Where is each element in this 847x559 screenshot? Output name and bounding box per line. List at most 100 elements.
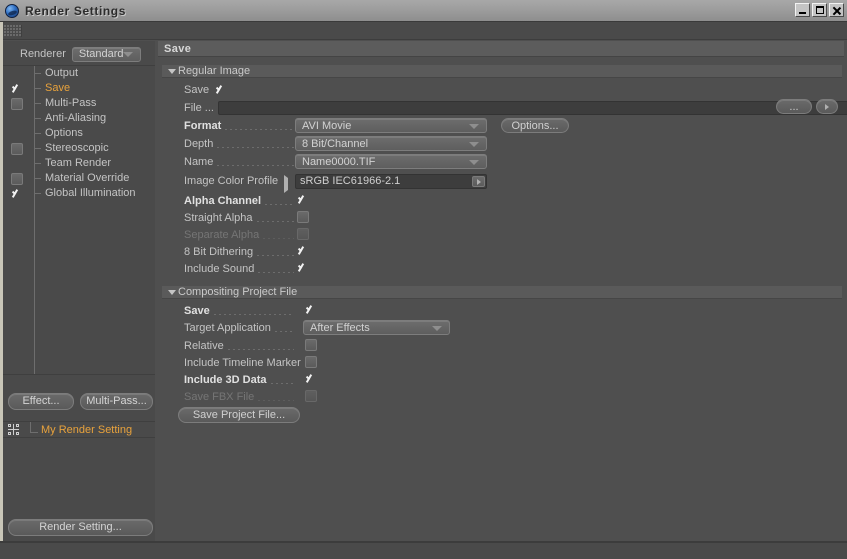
label-straight-alpha: Straight Alpha xyxy=(184,212,253,224)
target-application-dropdown[interactable]: After Effects xyxy=(303,320,450,335)
checkbox-compositing-save[interactable] xyxy=(305,304,317,316)
chevron-down-icon xyxy=(469,159,479,165)
label-alpha-channel: Alpha Channel xyxy=(184,195,262,207)
play-arrow-icon xyxy=(476,178,481,185)
row-include-timeline-marker: Include Timeline Marker xyxy=(184,355,301,371)
sidebar-item-anti-aliasing[interactable]: Anti-Aliasing xyxy=(34,111,155,126)
group-header-regular-image[interactable]: Regular Image xyxy=(162,65,842,78)
tree-checkbox-column xyxy=(11,66,24,201)
group-header-compositing-project-file[interactable]: Compositing Project File xyxy=(162,286,842,299)
checkbox-alpha-channel[interactable] xyxy=(297,194,309,206)
play-arrow-icon xyxy=(825,103,829,110)
row-save-fbx-file: Save FBX File xyxy=(184,389,298,405)
label-name: Name xyxy=(184,156,214,168)
chevron-down-icon xyxy=(168,69,176,74)
window-title: Render Settings xyxy=(25,3,127,18)
chevron-down-icon xyxy=(469,141,479,147)
label-image-color-profile: Image Color Profile xyxy=(184,175,279,187)
checkbox-relative[interactable] xyxy=(305,339,317,351)
window-titlebar: Render Settings xyxy=(0,0,847,22)
sidebar-item-multi-pass[interactable]: Multi-Pass xyxy=(34,96,155,111)
sidebar-item-team-render[interactable]: Team Render xyxy=(34,156,155,171)
sidebar-item-output[interactable]: Output xyxy=(34,66,155,81)
row-compositing-save: Save xyxy=(184,303,298,319)
tree-checkbox-save[interactable] xyxy=(11,81,24,96)
tree-checkbox-material-override[interactable] xyxy=(11,171,24,186)
label-include-3d-data: Include 3D Data xyxy=(184,374,267,386)
checkbox-include-sound[interactable] xyxy=(297,262,309,274)
save-project-file-button[interactable]: Save Project File... xyxy=(178,407,300,423)
row-save: Save xyxy=(184,82,304,98)
tree-checkbox-global-illumination[interactable] xyxy=(11,186,24,201)
label-separate-alpha: Separate Alpha xyxy=(184,229,260,241)
sidebar-item-save[interactable]: Save xyxy=(34,81,155,96)
checkbox-8-bit-dithering[interactable] xyxy=(297,245,309,257)
label-save: Save xyxy=(184,84,210,96)
tree-checkbox-slot xyxy=(11,156,24,171)
render-setting-name[interactable]: My Render Setting xyxy=(30,421,132,436)
leader-dots xyxy=(274,331,294,332)
file-path-input[interactable] xyxy=(218,101,847,115)
leader-dots xyxy=(227,349,294,350)
file-browse-button[interactable]: ... xyxy=(776,99,812,114)
row-relative: Relative xyxy=(184,338,298,354)
name-value: Name0000.TIF xyxy=(302,155,376,168)
render-setting-row[interactable]: My Render Setting xyxy=(3,421,155,437)
toolbar-strip xyxy=(0,22,847,40)
c4d-sphere-icon xyxy=(4,3,20,19)
renderer-dropdown[interactable]: Standard xyxy=(71,46,141,62)
sidebar: Renderer Standard Output Save Multi-Pass… xyxy=(3,41,155,559)
leader-dots xyxy=(217,147,294,148)
format-value: AVI Movie xyxy=(302,119,352,132)
depth-dropdown[interactable]: 8 Bit/Channel xyxy=(295,136,487,151)
file-play-button[interactable] xyxy=(816,99,838,114)
checkbox-include-3d-data[interactable] xyxy=(305,373,317,385)
row-separate-alpha: Separate Alpha xyxy=(184,227,298,243)
renderer-value: Standard xyxy=(78,48,124,60)
sidebar-item-material-override[interactable]: Material Override xyxy=(34,171,155,186)
move-handle-icon[interactable] xyxy=(8,424,19,435)
renderer-label: Renderer xyxy=(20,48,66,60)
chevron-down-icon xyxy=(432,325,442,331)
image-color-profile-field[interactable]: sRGB IEC61966-2.1 xyxy=(295,174,487,189)
render-setting-button[interactable]: Render Setting... xyxy=(8,519,153,536)
chevron-down-icon xyxy=(122,52,133,57)
settings-tree: Output Save Multi-Pass Anti-Aliasing Opt… xyxy=(3,65,155,375)
renderer-row: Renderer Standard xyxy=(3,44,155,64)
maximize-button[interactable] xyxy=(812,3,827,17)
close-button[interactable] xyxy=(829,3,844,17)
effect-button[interactable]: Effect... xyxy=(8,393,74,410)
chevron-down-icon xyxy=(168,290,176,295)
minimize-button[interactable] xyxy=(795,3,810,17)
row-target-application: Target Application xyxy=(184,320,298,336)
depth-value: 8 Bit/Channel xyxy=(302,137,369,150)
drag-grip-icon[interactable] xyxy=(4,25,22,37)
checkbox-include-timeline-marker[interactable] xyxy=(305,356,317,368)
label-include-sound: Include Sound xyxy=(184,263,255,275)
sidebar-item-global-illumination[interactable]: Global Illumination xyxy=(34,186,155,201)
row-name: Name xyxy=(184,154,298,170)
row-alpha-channel: Alpha Channel xyxy=(184,193,298,209)
multi-pass-button[interactable]: Multi-Pass... xyxy=(80,393,153,410)
render-settings-window: Render Settings Renderer Standard Output… xyxy=(0,0,847,559)
row-depth: Depth xyxy=(184,136,298,152)
color-profile-menu-button[interactable] xyxy=(472,176,485,187)
color-profile-expand-icon[interactable] xyxy=(284,175,288,193)
group-label-compositing-project-file: Compositing Project File xyxy=(178,286,298,298)
tree-checkbox-stereoscopic[interactable] xyxy=(11,141,24,156)
options-button[interactable]: Options... xyxy=(501,118,569,133)
leader-dots xyxy=(270,383,294,384)
tree-checkbox-multi-pass[interactable] xyxy=(11,96,24,111)
leader-dots xyxy=(256,221,294,222)
name-dropdown[interactable]: Name0000.TIF xyxy=(295,154,487,169)
target-application-value: After Effects xyxy=(310,321,370,334)
tree-checkbox-slot xyxy=(11,126,24,141)
leader-dots xyxy=(217,165,294,166)
sidebar-item-options[interactable]: Options xyxy=(34,126,155,141)
checkbox-save[interactable] xyxy=(215,84,227,96)
format-dropdown[interactable]: AVI Movie xyxy=(295,118,487,133)
row-include-3d-data: Include 3D Data xyxy=(184,372,298,388)
label-depth: Depth xyxy=(184,138,214,150)
sidebar-item-stereoscopic[interactable]: Stereoscopic xyxy=(34,141,155,156)
checkbox-straight-alpha[interactable] xyxy=(297,211,309,223)
